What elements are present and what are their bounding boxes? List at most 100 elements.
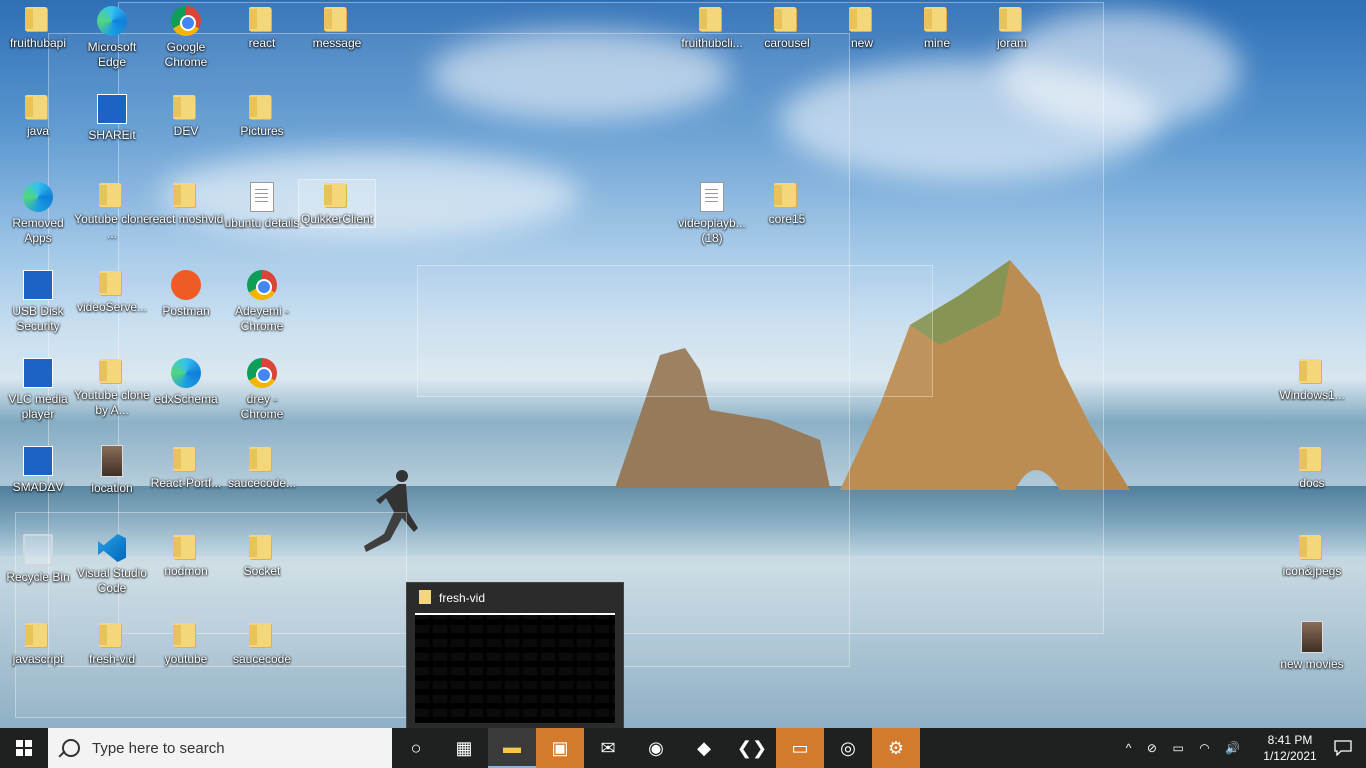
- taskbar-cortana-button[interactable]: ○: [392, 728, 440, 768]
- desktop-icon[interactable]: USB Disk Security: [0, 268, 76, 334]
- desktop-icon[interactable]: docs: [1274, 444, 1350, 491]
- folder-icon: [247, 95, 277, 121]
- taskbar-file-explorer-button[interactable]: ▬: [488, 728, 536, 768]
- desktop-icon[interactable]: Microsoft Edge: [74, 4, 150, 70]
- system-tray: ^ ⊘ ▭ ◠ 🔊: [1118, 728, 1248, 768]
- remote-icon: ▭: [791, 737, 809, 758]
- taskbar-app-button[interactable]: ◆: [680, 728, 728, 768]
- postman-icon: [171, 270, 201, 300]
- desktop-icon-label: drey - Chrome: [240, 392, 284, 421]
- taskbar-store-button[interactable]: ▣: [536, 728, 584, 768]
- desktop-icon[interactable]: Google Chrome: [148, 4, 224, 70]
- desktop-icon-label: Socket: [243, 564, 281, 578]
- desktop-icon[interactable]: videoplayb... (18): [674, 180, 750, 246]
- notification-icon: [1334, 740, 1352, 756]
- desktop-icon[interactable]: edxSchema: [148, 356, 224, 407]
- desktop-icon-label: youtube: [164, 652, 208, 666]
- taskbar-vscode-button[interactable]: ❮❯: [728, 728, 776, 768]
- desktop-icon[interactable]: new: [824, 4, 900, 51]
- desktop-icon[interactable]: java: [0, 92, 76, 139]
- taskbar-settings-button[interactable]: ⚙: [872, 728, 920, 768]
- task-view-icon: ▦: [455, 737, 473, 758]
- desktop-icon-label: SMADΔV: [12, 480, 64, 494]
- desktop-icon[interactable]: DEV: [148, 92, 224, 139]
- desktop-icon-label: fruithubapi: [9, 36, 67, 50]
- desktop-icon[interactable]: Youtube clone ...: [74, 180, 150, 242]
- desktop-icon[interactable]: nodmon: [148, 532, 224, 579]
- desktop-icon[interactable]: youtube: [148, 620, 224, 667]
- desktop-icon[interactable]: react moshvid: [148, 180, 224, 227]
- desktop-icon[interactable]: Youtube clone by A...: [74, 356, 150, 418]
- desktop-icon[interactable]: Socket: [224, 532, 300, 579]
- folder-icon: [772, 7, 802, 33]
- folder-icon: [322, 7, 352, 33]
- desktop-icon[interactable]: videoServe...: [74, 268, 150, 315]
- shortcut-icon: [23, 358, 53, 388]
- desktop-icon[interactable]: icon&jpegs: [1274, 532, 1350, 579]
- start-button[interactable]: [0, 728, 48, 768]
- taskbar-chrome-button[interactable]: ◎: [824, 728, 872, 768]
- desktop-icon[interactable]: saucecode...: [224, 444, 300, 491]
- desktop-icon[interactable]: Postman: [148, 268, 224, 319]
- desktop-icon[interactable]: QuikkerClient: [298, 179, 376, 228]
- desktop-icon[interactable]: core15: [749, 180, 825, 227]
- store-icon: ▣: [551, 737, 569, 758]
- desktop-icon[interactable]: react: [224, 4, 300, 51]
- desktop-icon[interactable]: Windows1...: [1274, 356, 1350, 403]
- window-ghost: [417, 265, 933, 397]
- desktop-icon-label: react: [248, 36, 276, 50]
- desktop-icon[interactable]: SMADΔV: [0, 444, 76, 495]
- desktop-icon[interactable]: SHAREit: [74, 92, 150, 143]
- taskbar-task-view-button[interactable]: ▦: [440, 728, 488, 768]
- folder-icon: [1297, 535, 1327, 561]
- desktop-icon[interactable]: mine: [899, 4, 975, 51]
- folder-icon: [1297, 447, 1327, 473]
- document-icon: [700, 182, 724, 212]
- taskbar-edge-button[interactable]: ◉: [632, 728, 680, 768]
- desktop-icon-label: Pictures: [240, 124, 284, 138]
- search-box[interactable]: Type here to search: [48, 728, 392, 768]
- show-hidden-icons[interactable]: ^: [1126, 741, 1132, 755]
- desktop-icon[interactable]: joram: [974, 4, 1050, 51]
- taskbar-mail-button[interactable]: ✉: [584, 728, 632, 768]
- taskbar-remote-button[interactable]: ▭: [776, 728, 824, 768]
- desktop-icon[interactable]: Recycle Bin: [0, 532, 76, 585]
- desktop-icon-label: fresh-vid: [88, 652, 135, 666]
- desktop-icon[interactable]: location: [74, 444, 150, 496]
- desktop-icon[interactable]: Adeyemi - Chrome: [224, 268, 300, 334]
- volume-icon[interactable]: 🔊: [1225, 741, 1240, 755]
- desktop: fruithubapi Microsoft Edge Google Chrome re…: [0, 0, 1366, 728]
- clock[interactable]: 8:41 PM 1/12/2021: [1254, 728, 1326, 768]
- desktop-icon[interactable]: saucecode: [224, 620, 300, 667]
- desktop-icon[interactable]: message: [299, 4, 375, 51]
- desktop-icon[interactable]: carousel: [749, 4, 825, 51]
- notification-button[interactable]: [1328, 728, 1358, 768]
- folder-icon: [997, 7, 1027, 33]
- shortcut-icon: [23, 270, 53, 300]
- folder-icon: [247, 7, 277, 33]
- desktop-icon[interactable]: Removed Apps: [0, 180, 76, 246]
- folder-icon: [322, 183, 352, 209]
- desktop-icon-label: fruithubcli...: [681, 36, 743, 50]
- desktop-icon[interactable]: drey - Chrome: [224, 356, 300, 422]
- preview-thumbnail[interactable]: [415, 613, 615, 723]
- desktop-icon-label: Youtube clone ...: [74, 212, 150, 241]
- desktop-icon[interactable]: VLC media player: [0, 356, 76, 422]
- desktop-icon[interactable]: ubuntu details: [224, 180, 300, 231]
- desktop-icon[interactable]: javascript: [0, 620, 76, 667]
- cortana-icon: ○: [410, 737, 422, 758]
- folder-icon: [171, 95, 201, 121]
- desktop-icon[interactable]: fresh-vid: [74, 620, 150, 667]
- desktop-icon[interactable]: Visual Studio Code: [74, 532, 150, 596]
- desktop-icon[interactable]: React-Portf...: [148, 444, 224, 491]
- desktop-icon-label: docs: [1299, 476, 1325, 490]
- desktop-icon[interactable]: new movies: [1274, 620, 1350, 672]
- taskbar-preview[interactable]: fresh-vid: [406, 582, 624, 728]
- desktop-icon-label: saucecode: [232, 652, 292, 666]
- desktop-icon[interactable]: Pictures: [224, 92, 300, 139]
- wifi-icon[interactable]: ◠: [1199, 741, 1209, 755]
- desktop-icon[interactable]: fruithubapi: [0, 4, 76, 51]
- battery-icon[interactable]: ▭: [1172, 741, 1183, 755]
- network-warning-icon[interactable]: ⊘: [1147, 741, 1157, 755]
- desktop-icon[interactable]: fruithubcli...: [674, 4, 750, 51]
